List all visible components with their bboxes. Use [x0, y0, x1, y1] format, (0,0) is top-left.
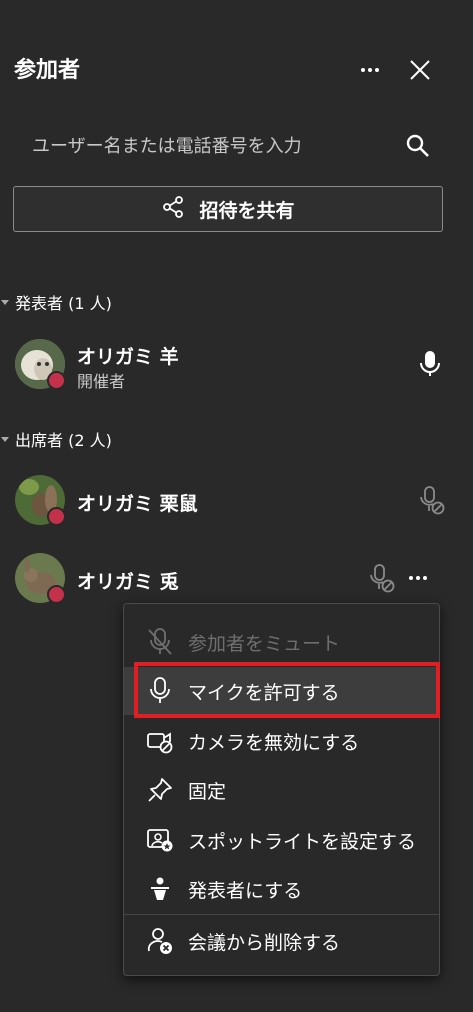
status-badge: [47, 585, 66, 604]
participant-context-menu: 参加者をミュート マイクを許可する カメラを無効にする 固定 スポットライトを設…: [123, 603, 440, 976]
section-presenters-label: 発表者 (1 人): [15, 294, 112, 313]
share-invite-label: 招待を共有: [199, 199, 295, 222]
menu-item-disable-camera[interactable]: カメラを無効にする: [124, 717, 439, 765]
section-attendees[interactable]: 出席者 (2 人): [0, 427, 112, 451]
presenter-icon: [146, 875, 174, 903]
participant-name: オリガミ 栗鼠: [77, 493, 198, 515]
search-input[interactable]: ユーザー名または電話番号を入力: [32, 132, 302, 158]
menu-divider: [124, 914, 439, 915]
section-attendees-label: 出席者 (2 人): [15, 431, 112, 450]
menu-item-spotlight[interactable]: スポットライトを設定する: [124, 816, 439, 864]
search-icon[interactable]: [405, 133, 431, 159]
status-badge: [47, 507, 66, 526]
more-options-icon[interactable]: [358, 58, 382, 82]
more-options-icon[interactable]: [406, 566, 430, 590]
share-icon: [161, 195, 185, 224]
mic-off-icon: [146, 628, 174, 656]
panel-title: 参加者: [14, 58, 81, 83]
menu-item-make-presenter[interactable]: 発表者にする: [124, 865, 439, 913]
menu-item-mute: 参加者をミュート: [124, 618, 439, 666]
spotlight-icon: [146, 826, 174, 854]
participant-name: オリガミ 兎: [77, 571, 179, 593]
collapse-chevron-icon: [1, 299, 9, 305]
share-invite-button[interactable]: 招待を共有: [13, 186, 443, 232]
highlight-box: [134, 662, 440, 718]
menu-item-pin[interactable]: 固定: [124, 766, 439, 814]
mic-icon: [418, 350, 442, 378]
pin-icon: [146, 776, 174, 804]
mic-blocked-icon: [419, 486, 445, 516]
mic-blocked-icon: [369, 564, 395, 594]
participant-role: 開催者: [77, 372, 126, 391]
remove-person-icon: [146, 927, 174, 955]
collapse-chevron-icon: [1, 436, 9, 442]
status-badge: [47, 371, 66, 390]
section-presenters[interactable]: 発表者 (1 人): [0, 290, 112, 314]
participant-name: オリガミ 羊: [77, 346, 179, 368]
close-icon[interactable]: [408, 58, 432, 82]
camera-off-icon: [146, 727, 174, 755]
menu-item-remove[interactable]: 会議から削除する: [124, 917, 439, 965]
